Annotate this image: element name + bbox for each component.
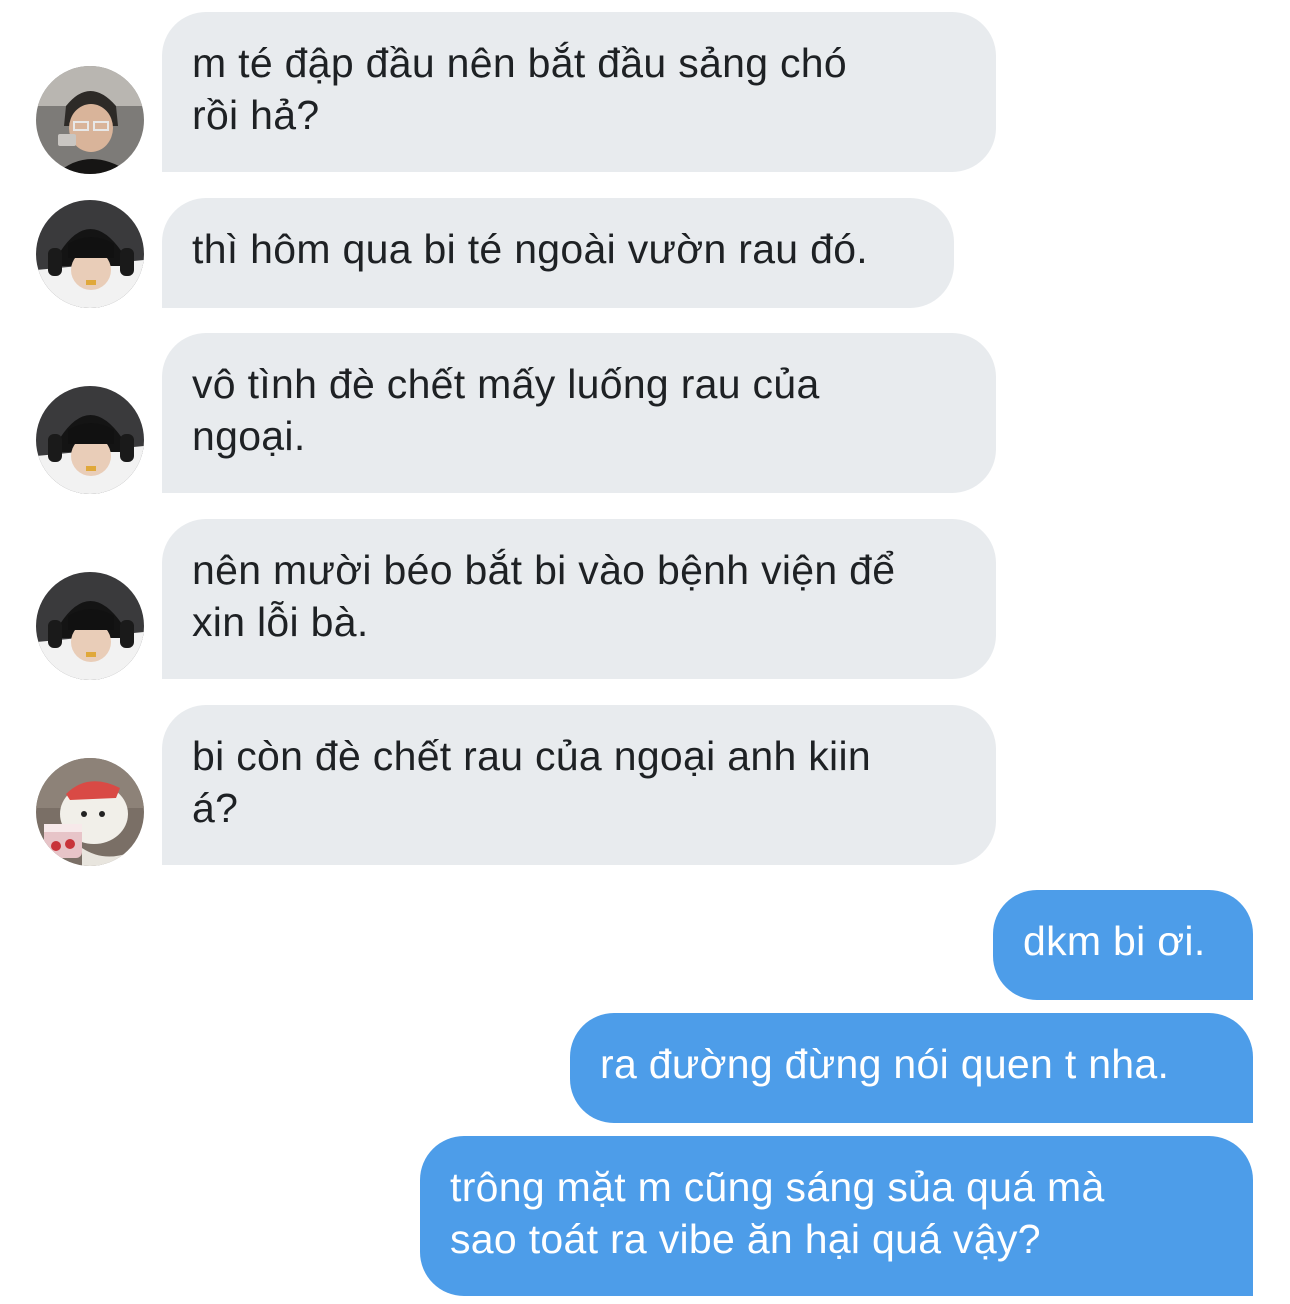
incoming-message-bubble[interactable]: nên mười béo bắt bi vào bệnh viện để xin… [162,519,996,679]
message-row: thì hôm qua bi té ngoài vườn rau đó. [0,198,1290,308]
message-row: ra đường đừng nói quen t nha. [0,1013,1290,1123]
incoming-message-bubble[interactable]: vô tình đè chết mấy luống rau của ngoại. [162,333,996,493]
avatar[interactable] [36,66,144,174]
avatar[interactable] [36,386,144,494]
user-photo-icon [36,572,144,680]
outgoing-message-bubble[interactable]: trông mặt m cũng sáng sủa quá mà sao toá… [420,1136,1253,1296]
avatar[interactable] [36,200,144,308]
avatar[interactable] [36,758,144,866]
user-photo-icon [36,200,144,308]
incoming-message-bubble[interactable]: thì hôm qua bi té ngoài vườn rau đó. [162,198,954,308]
user-photo-icon [36,386,144,494]
message-thread: m té đập đầu nên bắt đầu sảng chó rồi hả… [0,0,1290,1304]
user-photo-icon [36,66,144,174]
outgoing-message-bubble[interactable]: ra đường đừng nói quen t nha. [570,1013,1253,1123]
avatar[interactable] [36,572,144,680]
cartoon-bear-icon [36,758,144,866]
outgoing-message-bubble[interactable]: dkm bi ơi. [993,890,1253,1000]
message-row: vô tình đè chết mấy luống rau của ngoại. [0,333,1290,494]
message-row: bi còn đè chết rau của ngoại anh kiin á? [0,705,1290,866]
incoming-message-bubble[interactable]: bi còn đè chết rau của ngoại anh kiin á? [162,705,996,865]
message-row: trông mặt m cũng sáng sủa quá mà sao toá… [0,1136,1290,1296]
message-row: dkm bi ơi. [0,890,1290,1000]
incoming-message-bubble[interactable]: m té đập đầu nên bắt đầu sảng chó rồi hả… [162,12,996,172]
message-row: nên mười béo bắt bi vào bệnh viện để xin… [0,519,1290,680]
message-row: m té đập đầu nên bắt đầu sảng chó rồi hả… [0,12,1290,174]
